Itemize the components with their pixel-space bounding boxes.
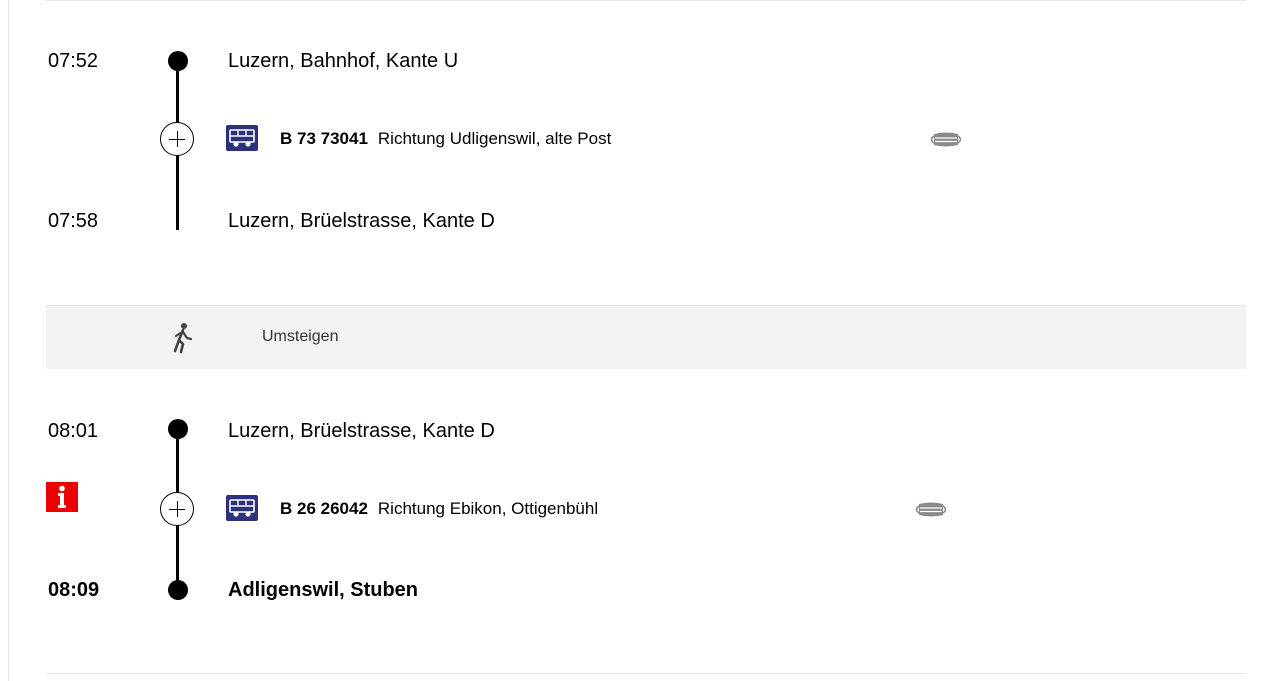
line-number: B 73 73041 [280, 129, 368, 148]
arrival-time: 07:58 [48, 210, 99, 232]
arrival-stop-dot [168, 580, 188, 600]
expand-stops-button[interactable] [160, 122, 194, 156]
face-mask-icon [930, 132, 962, 147]
departure-stop: Luzern, Bahnhof, Kante U [228, 50, 459, 72]
line-direction: Richtung Ebikon, Ottigenbühl [377, 499, 599, 518]
departure-time: 08:01 [48, 420, 99, 442]
expand-stops-button[interactable] [160, 492, 194, 526]
left-border [8, 0, 9, 681]
leg-line-info: B 73 73041 Richtung Udligenswil, alte Pos… [280, 127, 611, 151]
arrival-stop: Luzern, Brüelstrasse, Kante D [228, 210, 495, 232]
line-direction: Richtung Udligenswil, alte Post [377, 129, 612, 148]
top-divider [46, 0, 1246, 1]
info-icon[interactable] [46, 482, 78, 512]
bus-icon [226, 125, 258, 151]
line-number: B 26 26042 [280, 499, 368, 518]
bottom-divider [46, 673, 1246, 674]
arrival-stop: Adligenswil, Stuben [228, 579, 419, 601]
leg-line-info: B 26 26042 Richtung Ebikon, Ottigenbühl [280, 497, 598, 521]
arrival-time: 08:09 [48, 579, 100, 601]
transfer-row: Umsteigen [46, 305, 1246, 369]
face-mask-icon [915, 502, 947, 517]
walking-person-icon [173, 323, 193, 354]
departure-stop: Luzern, Brüelstrasse, Kante D [228, 420, 495, 442]
departure-time: 07:52 [48, 50, 99, 72]
bus-icon [226, 495, 258, 521]
transfer-label: Umsteigen [262, 328, 339, 345]
